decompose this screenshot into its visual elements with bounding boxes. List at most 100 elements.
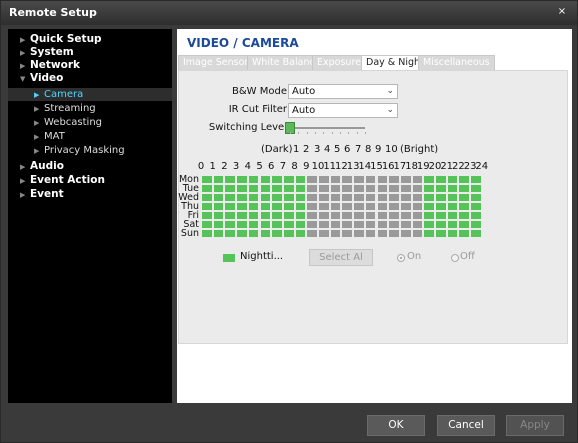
schedule-cell[interactable] bbox=[353, 193, 365, 202]
schedule-cell[interactable] bbox=[470, 211, 482, 220]
schedule-cell[interactable] bbox=[212, 229, 225, 238]
schedule-cell[interactable] bbox=[306, 184, 318, 193]
schedule-cell[interactable] bbox=[353, 229, 365, 238]
schedule-cell[interactable] bbox=[399, 202, 412, 211]
schedule-cell[interactable] bbox=[259, 202, 272, 211]
schedule-cell[interactable] bbox=[341, 220, 354, 229]
schedule-cell[interactable] bbox=[282, 220, 295, 229]
schedule-cell[interactable] bbox=[388, 229, 400, 238]
schedule-cell[interactable] bbox=[294, 220, 307, 229]
schedule-cell[interactable] bbox=[341, 175, 354, 184]
schedule-cell[interactable] bbox=[271, 193, 283, 202]
schedule-cell[interactable] bbox=[470, 175, 482, 184]
schedule-cell[interactable] bbox=[294, 211, 307, 220]
bw-mode-select[interactable]: Auto ⌄ bbox=[288, 84, 398, 99]
sidebar-item-webcasting[interactable]: ▶ Webcasting bbox=[8, 116, 172, 129]
schedule-cell[interactable] bbox=[423, 229, 435, 238]
schedule-cell[interactable] bbox=[458, 193, 471, 202]
schedule-cell[interactable] bbox=[364, 193, 377, 202]
sidebar-item-mat[interactable]: ▶ MAT bbox=[8, 130, 172, 143]
schedule-cell[interactable] bbox=[259, 229, 272, 238]
schedule-cell[interactable] bbox=[399, 220, 412, 229]
schedule-cell[interactable] bbox=[446, 175, 459, 184]
sidebar-item-audio[interactable]: ▶ Audio bbox=[8, 160, 172, 173]
schedule-cell[interactable] bbox=[458, 175, 471, 184]
schedule-cell[interactable] bbox=[446, 193, 459, 202]
schedule-cell[interactable] bbox=[224, 229, 237, 238]
select-all-button[interactable]: Select Al bbox=[309, 249, 373, 266]
schedule-cell[interactable] bbox=[306, 175, 318, 184]
schedule-cell[interactable] bbox=[341, 202, 354, 211]
schedule-cell[interactable] bbox=[411, 175, 424, 184]
schedule-cell[interactable] bbox=[247, 220, 260, 229]
sidebar-item-event[interactable]: ▶ Event bbox=[8, 188, 172, 201]
schedule-cell[interactable] bbox=[388, 175, 400, 184]
schedule-cell[interactable] bbox=[341, 229, 354, 238]
radio-on[interactable] bbox=[397, 254, 405, 262]
tab-exposure[interactable]: Exposure bbox=[312, 55, 366, 70]
schedule-cell[interactable] bbox=[201, 193, 213, 202]
sidebar-item-quick-setup[interactable]: ▶ Quick Setup bbox=[8, 33, 172, 46]
schedule-cell[interactable] bbox=[201, 202, 213, 211]
schedule-cell[interactable] bbox=[318, 175, 330, 184]
schedule-cell[interactable] bbox=[364, 220, 377, 229]
schedule-cell[interactable] bbox=[446, 229, 459, 238]
schedule-cell[interactable] bbox=[458, 229, 471, 238]
radio-off[interactable] bbox=[451, 254, 459, 262]
ok-button[interactable]: OK bbox=[367, 415, 425, 436]
schedule-cell[interactable] bbox=[411, 184, 424, 193]
schedule-cell[interactable] bbox=[446, 220, 459, 229]
schedule-cell[interactable] bbox=[224, 193, 237, 202]
schedule-cell[interactable] bbox=[435, 229, 447, 238]
schedule-cell[interactable] bbox=[212, 202, 225, 211]
schedule-cell[interactable] bbox=[435, 193, 447, 202]
schedule-cell[interactable] bbox=[388, 184, 400, 193]
schedule-cell[interactable] bbox=[364, 184, 377, 193]
schedule-cell[interactable] bbox=[329, 184, 342, 193]
schedule-cell[interactable] bbox=[353, 184, 365, 193]
schedule-cell[interactable] bbox=[423, 184, 435, 193]
schedule-cell[interactable] bbox=[247, 202, 260, 211]
schedule-cell[interactable] bbox=[201, 175, 213, 184]
schedule-cell[interactable] bbox=[271, 211, 283, 220]
schedule-cell[interactable] bbox=[259, 184, 272, 193]
schedule-cell[interactable] bbox=[329, 211, 342, 220]
schedule-cell[interactable] bbox=[470, 220, 482, 229]
schedule-cell[interactable] bbox=[259, 220, 272, 229]
schedule-cell[interactable] bbox=[376, 229, 389, 238]
schedule-cell[interactable] bbox=[411, 229, 424, 238]
schedule-cell[interactable] bbox=[224, 175, 237, 184]
schedule-cell[interactable] bbox=[271, 202, 283, 211]
schedule-cell[interactable] bbox=[294, 202, 307, 211]
schedule-cell[interactable] bbox=[364, 202, 377, 211]
schedule-cell[interactable] bbox=[259, 193, 272, 202]
schedule-cell[interactable] bbox=[294, 193, 307, 202]
schedule-cell[interactable] bbox=[399, 211, 412, 220]
schedule-cell[interactable] bbox=[399, 175, 412, 184]
schedule-cell[interactable] bbox=[329, 220, 342, 229]
switching-level-track[interactable] bbox=[290, 127, 365, 129]
schedule-cell[interactable] bbox=[282, 211, 295, 220]
schedule-cell[interactable] bbox=[353, 211, 365, 220]
schedule-cell[interactable] bbox=[353, 202, 365, 211]
schedule-cell[interactable] bbox=[329, 193, 342, 202]
schedule-cell[interactable] bbox=[224, 202, 237, 211]
schedule-cell[interactable] bbox=[282, 202, 295, 211]
schedule-cell[interactable] bbox=[247, 193, 260, 202]
schedule-cell[interactable] bbox=[388, 211, 400, 220]
schedule-cell[interactable] bbox=[212, 193, 225, 202]
sidebar-item-event-action[interactable]: ▶ Event Action bbox=[8, 174, 172, 187]
schedule-cell[interactable] bbox=[458, 184, 471, 193]
schedule-cell[interactable] bbox=[318, 193, 330, 202]
schedule-cell[interactable] bbox=[236, 220, 248, 229]
schedule-cell[interactable] bbox=[458, 220, 471, 229]
schedule-cell[interactable] bbox=[212, 211, 225, 220]
schedule-cell[interactable] bbox=[236, 175, 248, 184]
schedule-cell[interactable] bbox=[470, 193, 482, 202]
schedule-cell[interactable] bbox=[411, 193, 424, 202]
schedule-cell[interactable] bbox=[212, 175, 225, 184]
schedule-cell[interactable] bbox=[271, 229, 283, 238]
schedule-cell[interactable] bbox=[411, 220, 424, 229]
schedule-cell[interactable] bbox=[271, 220, 283, 229]
schedule-cell[interactable] bbox=[201, 211, 213, 220]
